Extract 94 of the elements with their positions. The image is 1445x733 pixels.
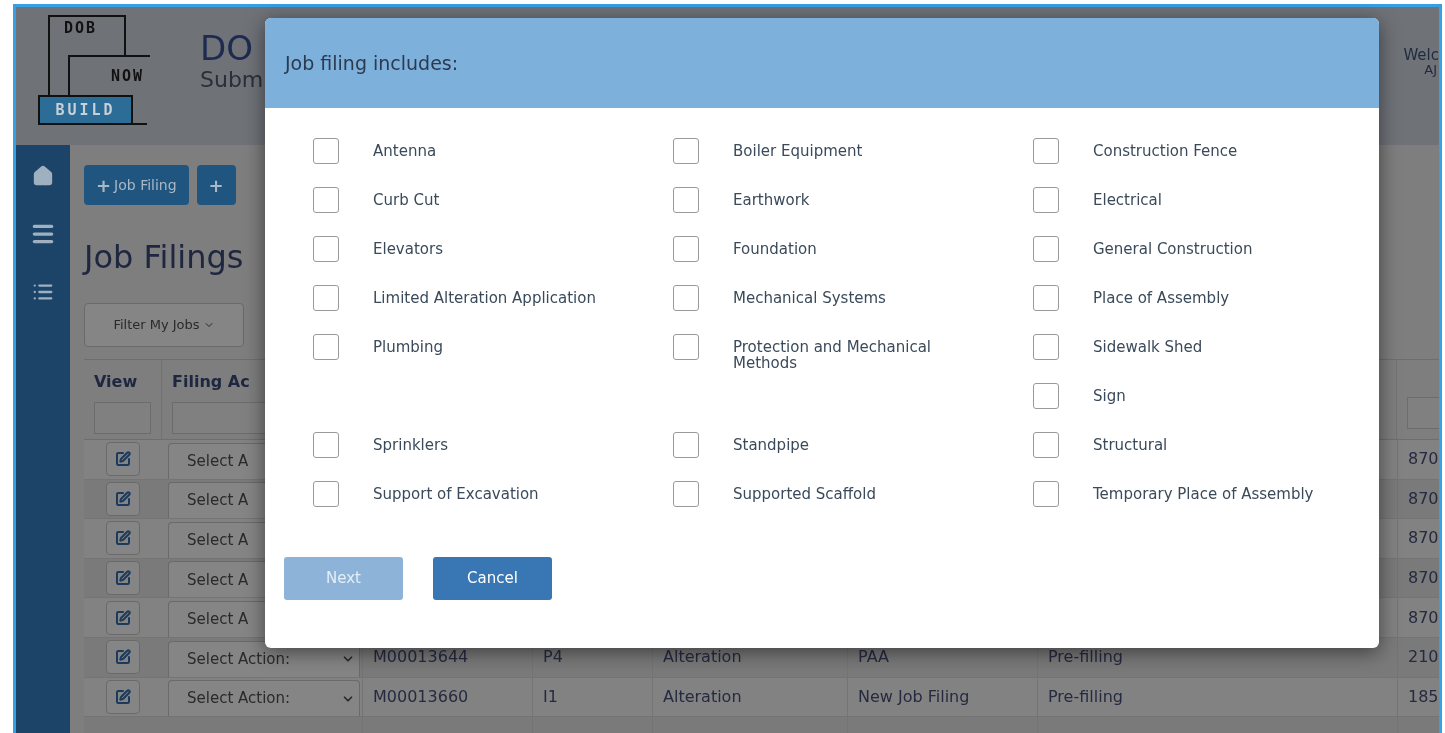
edit-icon xyxy=(115,490,131,507)
checkbox[interactable] xyxy=(673,334,699,360)
checkbox[interactable] xyxy=(673,187,699,213)
filter-button[interactable]: Filter My Jobs xyxy=(84,303,244,347)
checkbox[interactable] xyxy=(313,481,339,507)
checkbox-label: Electrical xyxy=(1093,190,1163,208)
checkbox-label: Construction Fence xyxy=(1093,141,1239,159)
checkbox-label: Elevators xyxy=(373,239,444,257)
checkbox-label: Supported Scaffold xyxy=(733,484,877,502)
checkbox[interactable] xyxy=(1033,432,1059,458)
page-title: Job Filings xyxy=(84,237,244,277)
logo-text: DOB xyxy=(64,19,98,37)
app-title: DO xyxy=(200,29,254,67)
new-button[interactable]: + xyxy=(196,165,236,205)
action-select[interactable]: Select Action: xyxy=(168,680,360,717)
table-cell-text: 870 xyxy=(1408,487,1439,510)
table-cell-text: 870 xyxy=(1408,606,1439,629)
table-cell-text: Pre-filling xyxy=(1048,685,1123,708)
column-filter-field[interactable] xyxy=(1407,397,1439,429)
checkbox-label: Limited Alteration Application xyxy=(373,288,597,306)
table-cell-text: M00013660 xyxy=(373,685,469,708)
welcome-text: Welc xyxy=(1403,47,1439,63)
edit-button[interactable] xyxy=(106,481,140,516)
table-cell-text: 870 xyxy=(1408,448,1439,471)
column-header: Filing Ac xyxy=(172,371,251,393)
table-cell-text: Pre-filling xyxy=(1048,646,1123,669)
table-cell-text: P4 xyxy=(543,646,563,669)
table-cell-text: 870 xyxy=(1408,567,1439,590)
edit-icon xyxy=(115,530,131,547)
checkbox-label: Place of Assembly xyxy=(1093,288,1231,306)
edit-button[interactable] xyxy=(106,679,140,714)
checkbox[interactable] xyxy=(313,187,339,213)
edit-button[interactable] xyxy=(106,521,140,556)
checkbox[interactable] xyxy=(673,285,699,311)
table-cell-text: M00013644 xyxy=(373,646,469,669)
table-cell-text: 210 xyxy=(1408,646,1439,669)
checkbox-label: Sprinklers xyxy=(373,435,449,453)
app-subtitle: Subm xyxy=(200,67,264,93)
table-cell-text: I1 xyxy=(543,685,558,708)
home-icon[interactable] xyxy=(32,165,54,187)
table-cell-text: 185 xyxy=(1408,685,1439,708)
table-cell-text: PAA xyxy=(858,646,889,669)
edit-button[interactable] xyxy=(106,442,140,477)
cancel-button[interactable]: Cancel xyxy=(433,557,552,600)
dialog-title: Job filing includes: xyxy=(285,50,459,76)
table-cell-text: New Job Filing xyxy=(858,685,970,708)
checkbox-label: Protection and Mechanical Methods xyxy=(733,337,933,371)
edit-icon xyxy=(115,688,131,705)
checkbox-label: General Construction xyxy=(1093,239,1254,257)
checkbox-label: Sidewalk Shed xyxy=(1093,337,1204,355)
edit-button[interactable] xyxy=(106,561,140,596)
checkbox-label: Support of Excavation xyxy=(373,484,540,502)
edit-icon xyxy=(115,609,131,626)
edit-button[interactable] xyxy=(106,600,140,635)
checkbox[interactable] xyxy=(1033,285,1059,311)
checkbox[interactable] xyxy=(673,432,699,458)
checkbox-label: Mechanical Systems xyxy=(733,288,887,306)
checkbox-label: Sign xyxy=(1093,386,1127,404)
checkbox[interactable] xyxy=(673,481,699,507)
checkbox[interactable] xyxy=(313,285,339,311)
edit-icon xyxy=(115,649,131,666)
checkbox[interactable] xyxy=(1033,383,1059,409)
checkbox[interactable] xyxy=(1033,187,1059,213)
checkbox-label: Curb Cut xyxy=(373,190,441,208)
logo-text: BUILD xyxy=(55,99,116,121)
checkbox[interactable] xyxy=(1033,481,1059,507)
checkbox-label: Structural xyxy=(1093,435,1169,453)
checkbox[interactable] xyxy=(1033,334,1059,360)
checkbox[interactable] xyxy=(1033,138,1059,164)
edit-icon xyxy=(115,570,131,587)
column-header: View xyxy=(94,371,139,393)
checkbox[interactable] xyxy=(673,138,699,164)
edit-icon xyxy=(115,451,131,468)
checkbox-label: Antenna xyxy=(373,141,438,159)
checkbox-label: Standpipe xyxy=(733,435,811,453)
table-cell-text: Alteration xyxy=(663,685,742,708)
checkbox-label: Boiler Equipment xyxy=(733,141,864,159)
checkbox[interactable] xyxy=(313,432,339,458)
list-icon[interactable] xyxy=(32,281,54,303)
checkbox-label: Foundation xyxy=(733,239,818,257)
edit-button[interactable] xyxy=(106,640,140,675)
checkbox-label: Plumbing xyxy=(373,337,445,355)
checkbox-label: Earthwork xyxy=(733,190,811,208)
checkbox[interactable] xyxy=(1033,236,1059,262)
table-cell-text: Alteration xyxy=(663,646,742,669)
checkbox[interactable] xyxy=(673,236,699,262)
table-cell-text: 870 xyxy=(1408,527,1439,550)
new-button[interactable]: + Job Filing xyxy=(84,165,189,205)
checkbox-label: Temporary Place of Assembly xyxy=(1093,484,1315,502)
checkbox[interactable] xyxy=(313,334,339,360)
checkbox[interactable] xyxy=(313,138,339,164)
logo-text: NOW xyxy=(110,65,144,87)
checkbox[interactable] xyxy=(313,236,339,262)
user-name: AJ xyxy=(1424,63,1437,77)
